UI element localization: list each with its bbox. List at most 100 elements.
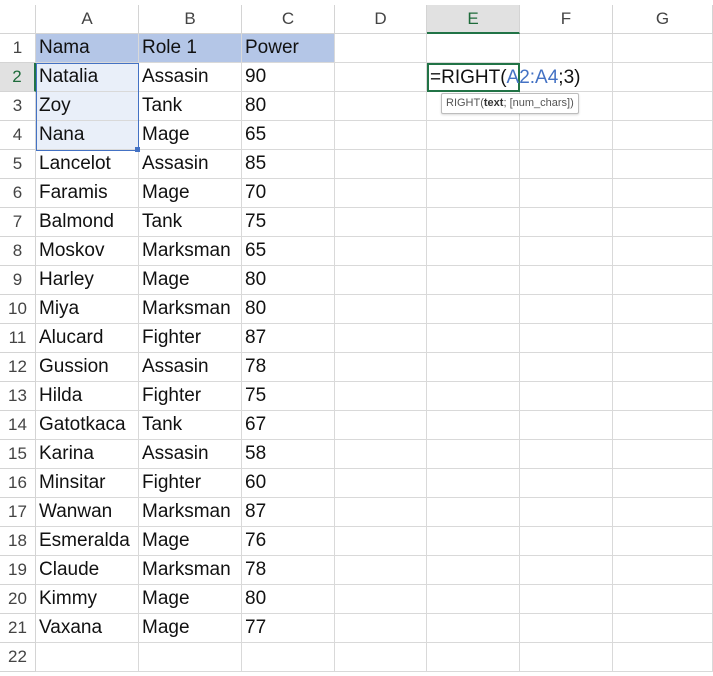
row-header-4[interactable]: 4 [0, 121, 36, 150]
cell-f16[interactable] [520, 469, 613, 498]
cell-f12[interactable] [520, 353, 613, 382]
cell-g12[interactable] [613, 353, 713, 382]
cell-a20[interactable]: Kimmy [36, 585, 139, 614]
cell-f7[interactable] [520, 208, 613, 237]
cell-d3[interactable] [335, 92, 427, 121]
column-header-d[interactable]: D [335, 5, 427, 34]
cell-f1[interactable] [520, 34, 613, 63]
cell-e1[interactable] [427, 34, 520, 63]
cell-g3[interactable] [613, 92, 713, 121]
cell-a12[interactable]: Gussion [36, 353, 139, 382]
column-header-g[interactable]: G [613, 5, 713, 34]
cell-d10[interactable] [335, 295, 427, 324]
cell-b7[interactable]: Tank [139, 208, 242, 237]
cell-g9[interactable] [613, 266, 713, 295]
cell-a10[interactable]: Miya [36, 295, 139, 324]
cell-b14[interactable]: Tank [139, 411, 242, 440]
cell-c14[interactable]: 67 [242, 411, 335, 440]
cell-c17[interactable]: 87 [242, 498, 335, 527]
cell-a9[interactable]: Harley [36, 266, 139, 295]
cell-d19[interactable] [335, 556, 427, 585]
cell-g1[interactable] [613, 34, 713, 63]
cell-c12[interactable]: 78 [242, 353, 335, 382]
cell-f20[interactable] [520, 585, 613, 614]
row-header-22[interactable]: 22 [0, 643, 36, 672]
cell-b11[interactable]: Fighter [139, 324, 242, 353]
cell-d2[interactable] [335, 63, 427, 92]
cell-a4[interactable]: Nana [36, 121, 139, 150]
cell-b8[interactable]: Marksman [139, 237, 242, 266]
cell-c22[interactable] [242, 643, 335, 672]
cell-c18[interactable]: 76 [242, 527, 335, 556]
cell-b18[interactable]: Mage [139, 527, 242, 556]
row-header-21[interactable]: 21 [0, 614, 36, 643]
cell-e6[interactable] [427, 179, 520, 208]
cell-f4[interactable] [520, 121, 613, 150]
cell-d8[interactable] [335, 237, 427, 266]
cell-c6[interactable]: 70 [242, 179, 335, 208]
cell-e22[interactable] [427, 643, 520, 672]
cell-b13[interactable]: Fighter [139, 382, 242, 411]
cell-b12[interactable]: Assasin [139, 353, 242, 382]
cell-d6[interactable] [335, 179, 427, 208]
row-header-14[interactable]: 14 [0, 411, 36, 440]
cell-e15[interactable] [427, 440, 520, 469]
cell-d15[interactable] [335, 440, 427, 469]
cell-g7[interactable] [613, 208, 713, 237]
cell-b21[interactable]: Mage [139, 614, 242, 643]
cell-b3[interactable]: Tank [139, 92, 242, 121]
row-header-13[interactable]: 13 [0, 382, 36, 411]
column-header-a[interactable]: A [36, 5, 139, 34]
column-header-c[interactable]: C [242, 5, 335, 34]
row-header-6[interactable]: 6 [0, 179, 36, 208]
cell-d22[interactable] [335, 643, 427, 672]
cell-b19[interactable]: Marksman [139, 556, 242, 585]
column-header-b[interactable]: B [139, 5, 242, 34]
cell-g4[interactable] [613, 121, 713, 150]
cell-e10[interactable] [427, 295, 520, 324]
cell-c5[interactable]: 85 [242, 150, 335, 179]
cell-d14[interactable] [335, 411, 427, 440]
cell-d11[interactable] [335, 324, 427, 353]
cell-a5[interactable]: Lancelot [36, 150, 139, 179]
cell-g10[interactable] [613, 295, 713, 324]
cell-formula-editor[interactable]: =RIGHT(A2:A4;3) [430, 63, 580, 92]
row-header-15[interactable]: 15 [0, 440, 36, 469]
cell-e11[interactable] [427, 324, 520, 353]
column-header-e[interactable]: E [427, 5, 520, 34]
select-all-corner[interactable] [0, 5, 36, 34]
cell-g18[interactable] [613, 527, 713, 556]
cell-f10[interactable] [520, 295, 613, 324]
cell-f5[interactable] [520, 150, 613, 179]
reference-resize-handle[interactable] [135, 147, 140, 152]
row-header-10[interactable]: 10 [0, 295, 36, 324]
cell-e20[interactable] [427, 585, 520, 614]
cell-e16[interactable] [427, 469, 520, 498]
cell-b20[interactable]: Mage [139, 585, 242, 614]
cell-b6[interactable]: Mage [139, 179, 242, 208]
cell-c13[interactable]: 75 [242, 382, 335, 411]
cell-d5[interactable] [335, 150, 427, 179]
cell-b4[interactable]: Mage [139, 121, 242, 150]
row-header-7[interactable]: 7 [0, 208, 36, 237]
row-header-16[interactable]: 16 [0, 469, 36, 498]
cell-e21[interactable] [427, 614, 520, 643]
cell-b9[interactable]: Mage [139, 266, 242, 295]
cell-d17[interactable] [335, 498, 427, 527]
cell-a21[interactable]: Vaxana [36, 614, 139, 643]
row-header-17[interactable]: 17 [0, 498, 36, 527]
cell-d13[interactable] [335, 382, 427, 411]
cell-e8[interactable] [427, 237, 520, 266]
cell-g21[interactable] [613, 614, 713, 643]
row-header-1[interactable]: 1 [0, 34, 36, 63]
cell-d9[interactable] [335, 266, 427, 295]
cell-a1[interactable]: Nama [36, 34, 139, 63]
cell-b2[interactable]: Assasin [139, 63, 242, 92]
cell-g16[interactable] [613, 469, 713, 498]
cell-e14[interactable] [427, 411, 520, 440]
cell-g22[interactable] [613, 643, 713, 672]
cell-g8[interactable] [613, 237, 713, 266]
row-header-20[interactable]: 20 [0, 585, 36, 614]
cell-f17[interactable] [520, 498, 613, 527]
cell-a8[interactable]: Moskov [36, 237, 139, 266]
